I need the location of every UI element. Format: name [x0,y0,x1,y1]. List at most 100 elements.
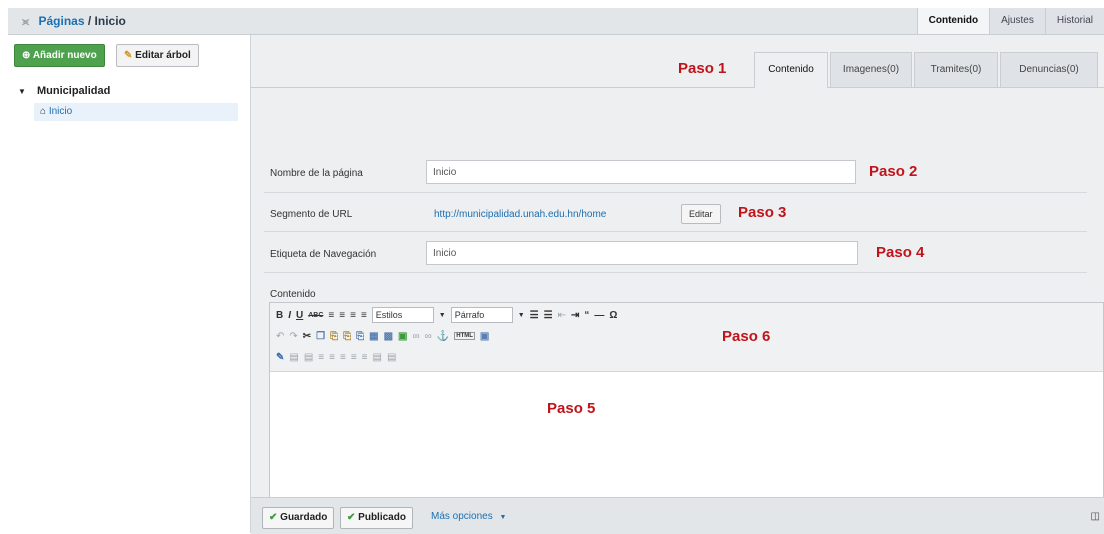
tab-contenido[interactable]: Contenido [916,8,990,34]
bottom-action-bar: ✔ Guardado ✔ Publicado Más opciones ▼ ◫ [251,497,1104,534]
outdent-icon[interactable]: ⇤ [558,310,566,321]
cut-icon[interactable]: ✂ [303,331,311,342]
rich-text-editor[interactable]: B I U ABC ≡ ≡ ≡ ≡ Estilos ▼ Párrafo ▼ ☰ … [269,302,1104,497]
underline-icon[interactable]: U [296,310,303,321]
delete-row-icon[interactable]: ≡ [329,352,335,363]
align-center-icon[interactable]: ≡ [339,310,345,321]
tree-root-item[interactable]: ▼ Municipalidad [18,85,110,97]
insert-row-icon[interactable]: ≡ [318,352,324,363]
more-options-menu[interactable]: Más opciones ▼ [431,511,506,522]
special-char-icon[interactable]: Ω [609,310,617,321]
cell-props-icon[interactable]: ▤ [373,352,382,363]
insert-col-icon[interactable]: ≡ [340,352,346,363]
saved-button[interactable]: ✔ Guardado [262,507,335,529]
copy-icon[interactable]: ❐ [316,331,325,342]
annotation-paso-2: Paso 2 [869,163,918,180]
merge-cell-icon[interactable]: ≡ [362,352,368,363]
annotation-paso-6: Paso 6 [722,328,771,345]
check-icon: ✔ [269,512,278,523]
chart-icon[interactable]: ▩ [384,331,393,342]
caret-down-icon: ▼ [18,87,26,96]
subtab-contenido[interactable]: Contenido [754,52,828,88]
strikethrough-icon[interactable]: ABC [308,312,323,319]
align-justify-icon[interactable]: ≡ [361,310,367,321]
find-icon[interactable]: ▦ [369,331,378,342]
page-name-input[interactable]: Inicio [426,160,856,184]
blockquote-icon[interactable]: “ [584,310,589,321]
styles-dropdown-icon[interactable]: ▼ [439,312,446,319]
anchor-icon[interactable]: ⚓ [437,331,449,342]
content-label: Contenido [270,289,316,300]
add-new-label: Añadir nuevo [32,50,97,61]
paste-text-icon[interactable]: ⎘ [343,331,351,342]
unlink-icon[interactable]: ∞ [425,331,432,342]
horizontal-rule-icon[interactable]: — [594,310,604,321]
tree-root-label: Municipalidad [36,85,111,97]
tab-ajustes[interactable]: Ajustes [989,8,1045,34]
styles-select[interactable]: Estilos [371,307,434,323]
align-right-icon[interactable]: ≡ [350,310,356,321]
toolbar-row-1: B I U ABC ≡ ≡ ≡ ≡ Estilos ▼ Párrafo ▼ ☰ … [276,307,617,323]
format-dropdown-icon[interactable]: ▼ [518,312,525,319]
edit-tree-button[interactable]: ✎ Editar árbol [116,44,199,67]
page-name-label: Nombre de la página [270,168,363,179]
annotation-paso-3: Paso 3 [738,204,787,221]
plus-icon: ⊕ [22,50,31,61]
url-segment-label: Segmento de URL [270,209,353,220]
paste-word-icon[interactable]: ⎘ [356,331,364,342]
content-tabs-bar: Paso 1 Contenido Imagenes(0) Tramites(0)… [251,35,1104,88]
breadcrumb-current: Inicio [94,14,126,28]
published-label: Publicado [358,512,406,523]
chevron-down-icon: ▼ [499,514,507,521]
edit-icon[interactable]: ✎ [276,352,284,363]
toolbar-row-3: ✎ ▤ ▤ ≡ ≡ ≡ ≡ ≡ ▤ ▤ [276,349,396,365]
top-bar: ⪤ Páginas / Inicio Contenido Ajustes His… [8,8,1104,35]
embed-icon[interactable]: ▣ [480,331,489,342]
subtab-denuncias[interactable]: Denuncias(0) [1000,52,1098,87]
share-icon: ⪤ [22,16,30,28]
indent-icon[interactable]: ⇥ [571,310,579,321]
redo-icon[interactable]: ↷ [289,331,297,342]
editor-toolbar: B I U ABC ≡ ≡ ≡ ≡ Estilos ▼ Párrafo ▼ ☰ … [270,303,1103,372]
breadcrumb: ⪤ Páginas / Inicio [22,14,126,29]
site-tree-sidebar: ⊕ Añadir nuevo ✎ Editar árbol ▼ Municipa… [8,35,251,533]
italic-icon[interactable]: I [288,310,291,321]
check-icon: ✔ [347,512,356,523]
format-select[interactable]: Párrafo [450,307,513,323]
breadcrumb-separator: / [84,14,95,28]
tree-item-inicio[interactable]: ⌂ Inicio [34,103,238,121]
align-left-icon[interactable]: ≡ [328,310,334,321]
undo-icon[interactable]: ↶ [276,331,284,342]
divider [264,192,1087,193]
table-col-icon[interactable]: ▤ [304,352,313,363]
annotation-paso-5: Paso 5 [547,400,596,417]
link-icon[interactable]: ∞ [413,331,420,342]
subtab-tramites[interactable]: Tramites(0) [914,52,998,87]
url-segment-link[interactable]: http://municipalidad.unah.edu.hn/home [434,209,606,220]
paste-icon[interactable]: ⎘ [330,331,338,342]
panel-toggle-icon[interactable]: ◫ [1091,511,1100,522]
bold-icon[interactable]: B [276,310,283,321]
subtab-imagenes[interactable]: Imagenes(0) [830,52,912,87]
divider [264,272,1087,273]
tab-historial[interactable]: Historial [1044,8,1104,34]
toolbar-row-2: ↶ ↷ ✂ ❐ ⎘ ⎘ ⎘ ▦ ▩ ▣ ∞ ∞ ⚓ HTML ▣ [276,328,489,344]
table-row-icon[interactable]: ▤ [289,352,298,363]
annotation-paso-1: Paso 1 [678,60,727,77]
html-icon[interactable]: HTML [454,332,475,340]
image-icon[interactable]: ▣ [398,331,407,342]
main-panel: Paso 1 Contenido Imagenes(0) Tramites(0)… [251,35,1104,534]
numbered-list-icon[interactable]: ☰ [544,310,553,321]
edit-tree-label: Editar árbol [135,50,191,61]
edit-url-button[interactable]: Editar [681,204,721,224]
nav-label-input[interactable]: Inicio [426,241,858,265]
table-props-icon[interactable]: ▤ [387,352,396,363]
bullet-list-icon[interactable]: ☰ [530,310,539,321]
add-new-button[interactable]: ⊕ Añadir nuevo [14,44,105,67]
breadcrumb-pages-link[interactable]: Páginas [39,14,85,28]
pencil-icon: ✎ [124,50,133,61]
published-button[interactable]: ✔ Publicado [340,507,413,529]
nav-label-label: Etiqueta de Navegación [270,249,377,260]
divider [264,231,1087,232]
split-cell-icon[interactable]: ≡ [351,352,357,363]
